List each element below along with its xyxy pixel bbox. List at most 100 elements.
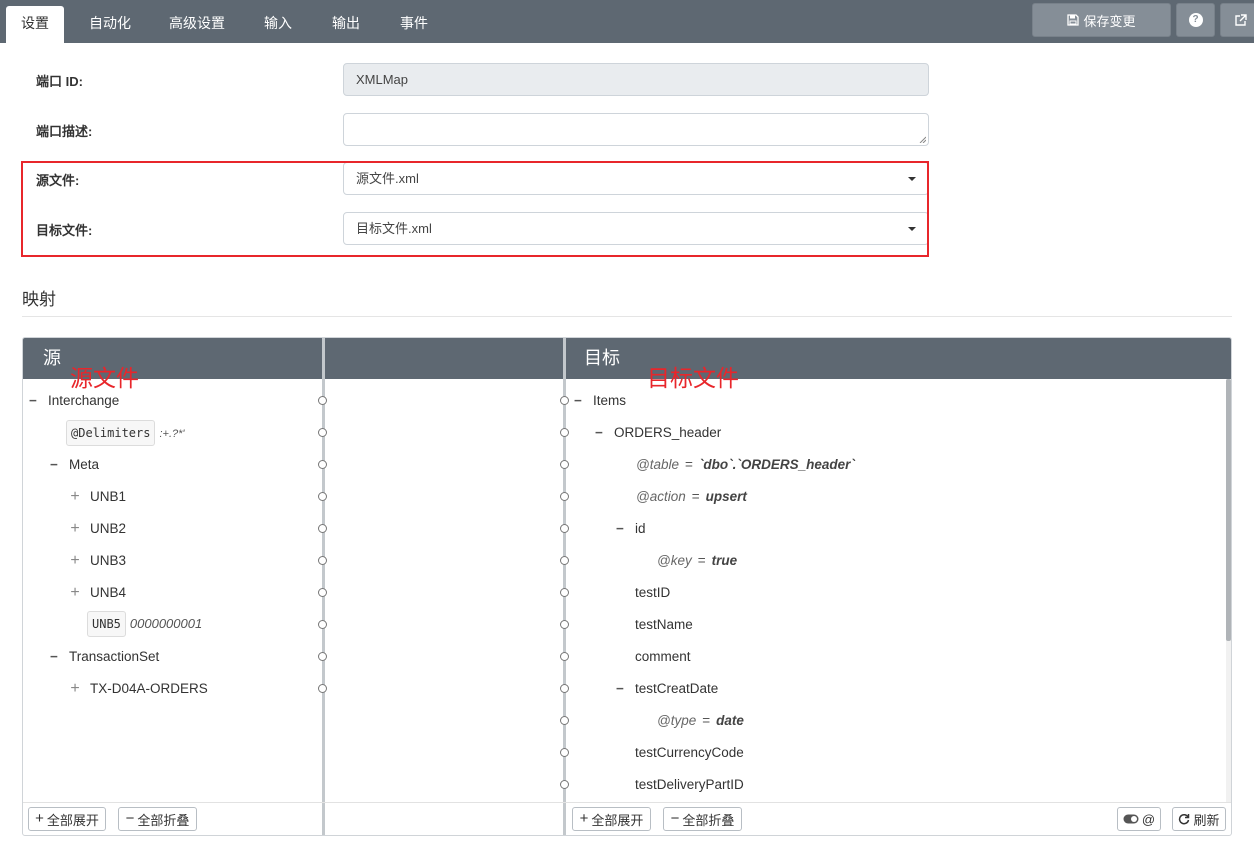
node-label: testDeliveryPartID bbox=[635, 777, 744, 792]
tab-events[interactable]: 事件 bbox=[388, 6, 440, 43]
open-external-button[interactable] bbox=[1220, 3, 1254, 37]
source-node-unb3[interactable]: + UNB3 bbox=[68, 551, 126, 571]
target-connector-dot[interactable] bbox=[560, 524, 569, 533]
source-connector-dot[interactable] bbox=[318, 524, 327, 533]
target-node-id[interactable]: − id bbox=[613, 519, 645, 539]
target-node-testcreatdate[interactable]: − testCreatDate bbox=[613, 679, 718, 699]
target-node-comment[interactable]: comment bbox=[635, 647, 691, 667]
attribute-name: @table bbox=[636, 457, 679, 472]
target-connector-dot[interactable] bbox=[560, 620, 569, 629]
source-connector-dot[interactable] bbox=[318, 460, 327, 469]
minus-icon: − bbox=[125, 810, 135, 827]
target-node-items[interactable]: − Items bbox=[571, 391, 626, 411]
refresh-label: 刷新 bbox=[1193, 812, 1220, 828]
source-node-unb4[interactable]: + UNB4 bbox=[68, 583, 126, 603]
element-pill[interactable]: UNB5 bbox=[87, 611, 126, 637]
tab-advanced-settings[interactable]: 高级设置 bbox=[160, 6, 234, 43]
source-node-unb2[interactable]: + UNB2 bbox=[68, 519, 126, 539]
target-connector-dot[interactable] bbox=[560, 492, 569, 501]
source-connector-dot[interactable] bbox=[318, 652, 327, 661]
left-column-divider[interactable] bbox=[322, 338, 325, 835]
target-attr-type[interactable]: @type = date bbox=[657, 711, 744, 731]
expand-icon[interactable]: + bbox=[68, 679, 82, 699]
source-connector-dot[interactable] bbox=[318, 428, 327, 437]
target-node-testdeliverypartid[interactable]: testDeliveryPartID bbox=[635, 775, 744, 795]
expand-icon[interactable]: + bbox=[68, 583, 82, 603]
collapse-icon[interactable]: − bbox=[613, 519, 627, 539]
source-connector-dot[interactable] bbox=[318, 556, 327, 565]
tab-automation[interactable]: 自动化 bbox=[78, 6, 142, 43]
source-connector-dot[interactable] bbox=[318, 620, 327, 629]
target-attr-table[interactable]: @table = `dbo`.`ORDERS_header` bbox=[636, 455, 855, 475]
target-connector-dot[interactable] bbox=[560, 428, 569, 437]
collapse-icon[interactable]: − bbox=[613, 679, 627, 699]
target-connector-dot[interactable] bbox=[560, 748, 569, 757]
target-node-testname[interactable]: testName bbox=[635, 615, 693, 635]
connector-panel-header bbox=[325, 338, 563, 379]
element-value: 0000000001 bbox=[129, 616, 203, 631]
source-node-transactionset[interactable]: − TransactionSet bbox=[47, 647, 159, 667]
source-connector-dot[interactable] bbox=[318, 492, 327, 501]
node-label: Meta bbox=[69, 457, 100, 472]
resize-handle-icon[interactable] bbox=[918, 135, 926, 143]
equals-sign: = bbox=[691, 489, 700, 504]
source-connector-dot[interactable] bbox=[318, 396, 327, 405]
target-node-testid[interactable]: testID bbox=[635, 583, 670, 603]
attribute-pill[interactable]: @Delimiters bbox=[66, 420, 156, 446]
source-connector-dot[interactable] bbox=[318, 588, 327, 597]
target-connector-dot[interactable] bbox=[560, 684, 569, 693]
collapse-all-label: 全部折叠 bbox=[682, 812, 735, 828]
expand-icon[interactable]: + bbox=[68, 487, 82, 507]
collapse-icon[interactable]: − bbox=[592, 423, 606, 443]
collapse-icon[interactable]: − bbox=[26, 391, 40, 411]
attribute-toggle-label: @ bbox=[1141, 811, 1156, 827]
target-collapse-all-button[interactable]: − 全部折叠 bbox=[663, 807, 742, 831]
source-node-unb1[interactable]: + UNB1 bbox=[68, 487, 126, 507]
target-scrollbar-thumb[interactable] bbox=[1226, 379, 1231, 641]
collapse-icon[interactable]: − bbox=[571, 391, 585, 411]
port-desc-textarea[interactable] bbox=[343, 113, 929, 146]
source-collapse-all-button[interactable]: − 全部折叠 bbox=[118, 807, 197, 831]
save-changes-button[interactable]: 保存变更 bbox=[1032, 3, 1171, 37]
source-node-unb5[interactable]: UNB5 0000000001 bbox=[87, 611, 202, 637]
target-node-orders-header[interactable]: − ORDERS_header bbox=[592, 423, 721, 443]
source-node-meta[interactable]: − Meta bbox=[47, 455, 99, 475]
expand-icon[interactable]: + bbox=[68, 551, 82, 571]
target-connector-dot[interactable] bbox=[560, 460, 569, 469]
target-attr-action[interactable]: @action = upsert bbox=[636, 487, 747, 507]
source-node-delimiters[interactable]: @Delimiters:+.?*' bbox=[66, 420, 185, 446]
node-label: testCurrencyCode bbox=[635, 745, 744, 760]
minus-icon: − bbox=[670, 810, 680, 827]
target-connector-dot[interactable] bbox=[560, 556, 569, 565]
tab-input[interactable]: 输入 bbox=[252, 6, 304, 43]
attribute-value: `dbo`.`ORDERS_header` bbox=[698, 457, 855, 472]
source-connector-dot[interactable] bbox=[318, 684, 327, 693]
expand-icon[interactable]: + bbox=[68, 519, 82, 539]
source-node-interchange[interactable]: − Interchange bbox=[26, 391, 119, 411]
port-id-input[interactable]: XMLMap bbox=[343, 63, 929, 96]
node-label: UNB2 bbox=[90, 521, 127, 536]
target-connector-dot[interactable] bbox=[560, 780, 569, 789]
target-expand-all-button[interactable]: + 全部展开 bbox=[572, 807, 651, 831]
target-connector-dot[interactable] bbox=[560, 588, 569, 597]
tab-settings[interactable]: 设置 bbox=[6, 6, 64, 43]
section-divider bbox=[22, 316, 1232, 317]
source-expand-all-button[interactable]: + 全部展开 bbox=[28, 807, 106, 831]
help-button[interactable]: ? bbox=[1176, 3, 1215, 37]
source-node-tx-orders[interactable]: + TX-D04A-ORDERS bbox=[68, 679, 207, 699]
attribute-value: true bbox=[711, 553, 738, 568]
collapse-icon[interactable]: − bbox=[47, 647, 61, 667]
mapping-section-title: 映射 bbox=[22, 290, 56, 309]
refresh-button[interactable]: 刷新 bbox=[1172, 807, 1226, 831]
right-column-divider[interactable] bbox=[563, 338, 566, 835]
target-connector-dot[interactable] bbox=[560, 716, 569, 725]
target-connector-dot[interactable] bbox=[560, 652, 569, 661]
target-connector-dot[interactable] bbox=[560, 396, 569, 405]
target-attr-key[interactable]: @key = true bbox=[657, 551, 737, 571]
target-node-testcurrencycode[interactable]: testCurrencyCode bbox=[635, 743, 744, 763]
collapse-icon[interactable]: − bbox=[47, 455, 61, 475]
attribute-toggle-button[interactable]: @ bbox=[1117, 807, 1161, 831]
tab-output[interactable]: 输出 bbox=[320, 6, 372, 43]
attribute-name: @type bbox=[657, 713, 697, 728]
expand-all-label: 全部展开 bbox=[46, 812, 99, 828]
